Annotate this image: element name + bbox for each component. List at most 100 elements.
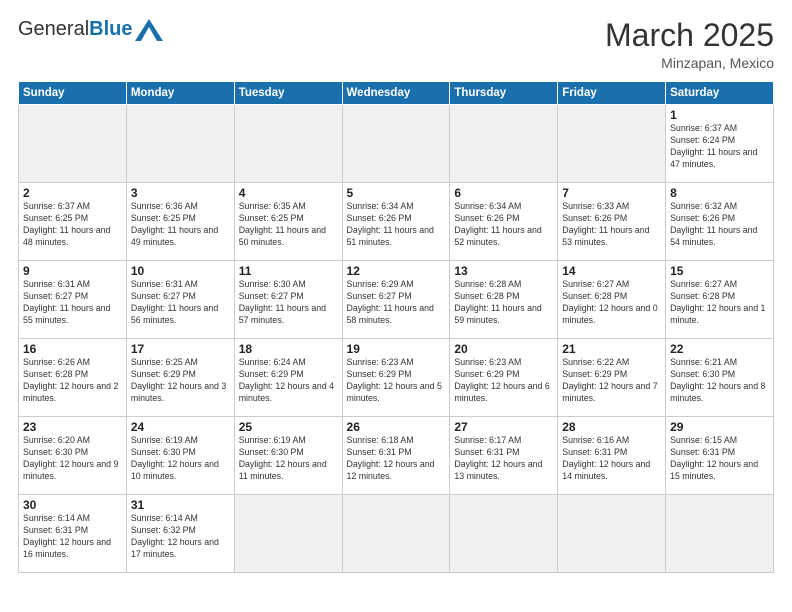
day-number: 5 bbox=[347, 186, 446, 200]
logo-icon bbox=[135, 19, 163, 41]
table-row bbox=[450, 105, 558, 183]
table-row: 29Sunrise: 6:15 AMSunset: 6:31 PMDayligh… bbox=[666, 417, 774, 495]
table-row: 20Sunrise: 6:23 AMSunset: 6:29 PMDayligh… bbox=[450, 339, 558, 417]
table-row: 12Sunrise: 6:29 AMSunset: 6:27 PMDayligh… bbox=[342, 261, 450, 339]
table-row: 22Sunrise: 6:21 AMSunset: 6:30 PMDayligh… bbox=[666, 339, 774, 417]
day-number: 27 bbox=[454, 420, 553, 434]
col-wednesday: Wednesday bbox=[342, 82, 450, 105]
day-info: Sunrise: 6:23 AMSunset: 6:29 PMDaylight:… bbox=[347, 357, 446, 405]
location: Minzapan, Mexico bbox=[605, 55, 774, 71]
day-info: Sunrise: 6:14 AMSunset: 6:32 PMDaylight:… bbox=[131, 513, 230, 561]
day-number: 24 bbox=[131, 420, 230, 434]
day-number: 30 bbox=[23, 498, 122, 512]
day-info: Sunrise: 6:19 AMSunset: 6:30 PMDaylight:… bbox=[239, 435, 338, 483]
day-number: 13 bbox=[454, 264, 553, 278]
day-number: 25 bbox=[239, 420, 338, 434]
table-row: 2Sunrise: 6:37 AMSunset: 6:25 PMDaylight… bbox=[19, 183, 127, 261]
day-info: Sunrise: 6:37 AMSunset: 6:24 PMDaylight:… bbox=[670, 123, 769, 171]
title-block: March 2025 Minzapan, Mexico bbox=[605, 18, 774, 71]
table-row bbox=[234, 105, 342, 183]
day-info: Sunrise: 6:37 AMSunset: 6:25 PMDaylight:… bbox=[23, 201, 122, 249]
table-row: 26Sunrise: 6:18 AMSunset: 6:31 PMDayligh… bbox=[342, 417, 450, 495]
day-info: Sunrise: 6:22 AMSunset: 6:29 PMDaylight:… bbox=[562, 357, 661, 405]
day-info: Sunrise: 6:27 AMSunset: 6:28 PMDaylight:… bbox=[670, 279, 769, 327]
day-number: 14 bbox=[562, 264, 661, 278]
day-info: Sunrise: 6:32 AMSunset: 6:26 PMDaylight:… bbox=[670, 201, 769, 249]
table-row bbox=[234, 495, 342, 573]
table-row: 8Sunrise: 6:32 AMSunset: 6:26 PMDaylight… bbox=[666, 183, 774, 261]
table-row: 1Sunrise: 6:37 AMSunset: 6:24 PMDaylight… bbox=[666, 105, 774, 183]
day-info: Sunrise: 6:25 AMSunset: 6:29 PMDaylight:… bbox=[131, 357, 230, 405]
calendar-week-row: 2Sunrise: 6:37 AMSunset: 6:25 PMDaylight… bbox=[19, 183, 774, 261]
day-info: Sunrise: 6:31 AMSunset: 6:27 PMDaylight:… bbox=[131, 279, 230, 327]
day-number: 19 bbox=[347, 342, 446, 356]
calendar-week-row: 1Sunrise: 6:37 AMSunset: 6:24 PMDaylight… bbox=[19, 105, 774, 183]
table-row: 19Sunrise: 6:23 AMSunset: 6:29 PMDayligh… bbox=[342, 339, 450, 417]
logo-text: GeneralBlue bbox=[18, 18, 133, 41]
table-row bbox=[450, 495, 558, 573]
table-row: 15Sunrise: 6:27 AMSunset: 6:28 PMDayligh… bbox=[666, 261, 774, 339]
day-info: Sunrise: 6:19 AMSunset: 6:30 PMDaylight:… bbox=[131, 435, 230, 483]
day-number: 12 bbox=[347, 264, 446, 278]
day-info: Sunrise: 6:15 AMSunset: 6:31 PMDaylight:… bbox=[670, 435, 769, 483]
col-saturday: Saturday bbox=[666, 82, 774, 105]
table-row bbox=[666, 495, 774, 573]
table-row: 18Sunrise: 6:24 AMSunset: 6:29 PMDayligh… bbox=[234, 339, 342, 417]
day-info: Sunrise: 6:34 AMSunset: 6:26 PMDaylight:… bbox=[347, 201, 446, 249]
day-info: Sunrise: 6:16 AMSunset: 6:31 PMDaylight:… bbox=[562, 435, 661, 483]
day-number: 20 bbox=[454, 342, 553, 356]
table-row: 13Sunrise: 6:28 AMSunset: 6:28 PMDayligh… bbox=[450, 261, 558, 339]
day-info: Sunrise: 6:27 AMSunset: 6:28 PMDaylight:… bbox=[562, 279, 661, 327]
table-row: 16Sunrise: 6:26 AMSunset: 6:28 PMDayligh… bbox=[19, 339, 127, 417]
day-number: 3 bbox=[131, 186, 230, 200]
logo-general: General bbox=[18, 18, 89, 40]
table-row: 14Sunrise: 6:27 AMSunset: 6:28 PMDayligh… bbox=[558, 261, 666, 339]
day-number: 22 bbox=[670, 342, 769, 356]
day-info: Sunrise: 6:20 AMSunset: 6:30 PMDaylight:… bbox=[23, 435, 122, 483]
col-sunday: Sunday bbox=[19, 82, 127, 105]
table-row: 31Sunrise: 6:14 AMSunset: 6:32 PMDayligh… bbox=[126, 495, 234, 573]
day-number: 10 bbox=[131, 264, 230, 278]
day-number: 17 bbox=[131, 342, 230, 356]
day-info: Sunrise: 6:35 AMSunset: 6:25 PMDaylight:… bbox=[239, 201, 338, 249]
table-row bbox=[19, 105, 127, 183]
day-number: 16 bbox=[23, 342, 122, 356]
day-number: 15 bbox=[670, 264, 769, 278]
calendar: Sunday Monday Tuesday Wednesday Thursday… bbox=[18, 81, 774, 573]
calendar-week-row: 30Sunrise: 6:14 AMSunset: 6:31 PMDayligh… bbox=[19, 495, 774, 573]
day-info: Sunrise: 6:33 AMSunset: 6:26 PMDaylight:… bbox=[562, 201, 661, 249]
table-row: 4Sunrise: 6:35 AMSunset: 6:25 PMDaylight… bbox=[234, 183, 342, 261]
day-number: 7 bbox=[562, 186, 661, 200]
day-info: Sunrise: 6:26 AMSunset: 6:28 PMDaylight:… bbox=[23, 357, 122, 405]
day-number: 2 bbox=[23, 186, 122, 200]
day-number: 18 bbox=[239, 342, 338, 356]
calendar-week-row: 16Sunrise: 6:26 AMSunset: 6:28 PMDayligh… bbox=[19, 339, 774, 417]
table-row: 11Sunrise: 6:30 AMSunset: 6:27 PMDayligh… bbox=[234, 261, 342, 339]
day-info: Sunrise: 6:36 AMSunset: 6:25 PMDaylight:… bbox=[131, 201, 230, 249]
table-row bbox=[342, 495, 450, 573]
day-number: 23 bbox=[23, 420, 122, 434]
table-row: 27Sunrise: 6:17 AMSunset: 6:31 PMDayligh… bbox=[450, 417, 558, 495]
header: GeneralBlue March 2025 Minzapan, Mexico bbox=[18, 18, 774, 71]
day-info: Sunrise: 6:18 AMSunset: 6:31 PMDaylight:… bbox=[347, 435, 446, 483]
day-info: Sunrise: 6:31 AMSunset: 6:27 PMDaylight:… bbox=[23, 279, 122, 327]
day-number: 9 bbox=[23, 264, 122, 278]
table-row: 7Sunrise: 6:33 AMSunset: 6:26 PMDaylight… bbox=[558, 183, 666, 261]
day-number: 6 bbox=[454, 186, 553, 200]
table-row bbox=[558, 495, 666, 573]
table-row bbox=[342, 105, 450, 183]
day-number: 8 bbox=[670, 186, 769, 200]
logo: GeneralBlue bbox=[18, 18, 163, 41]
table-row: 3Sunrise: 6:36 AMSunset: 6:25 PMDaylight… bbox=[126, 183, 234, 261]
table-row: 21Sunrise: 6:22 AMSunset: 6:29 PMDayligh… bbox=[558, 339, 666, 417]
table-row: 10Sunrise: 6:31 AMSunset: 6:27 PMDayligh… bbox=[126, 261, 234, 339]
table-row: 30Sunrise: 6:14 AMSunset: 6:31 PMDayligh… bbox=[19, 495, 127, 573]
table-row: 28Sunrise: 6:16 AMSunset: 6:31 PMDayligh… bbox=[558, 417, 666, 495]
day-info: Sunrise: 6:24 AMSunset: 6:29 PMDaylight:… bbox=[239, 357, 338, 405]
col-friday: Friday bbox=[558, 82, 666, 105]
table-row: 23Sunrise: 6:20 AMSunset: 6:30 PMDayligh… bbox=[19, 417, 127, 495]
day-info: Sunrise: 6:34 AMSunset: 6:26 PMDaylight:… bbox=[454, 201, 553, 249]
day-number: 28 bbox=[562, 420, 661, 434]
table-row bbox=[126, 105, 234, 183]
calendar-week-row: 23Sunrise: 6:20 AMSunset: 6:30 PMDayligh… bbox=[19, 417, 774, 495]
